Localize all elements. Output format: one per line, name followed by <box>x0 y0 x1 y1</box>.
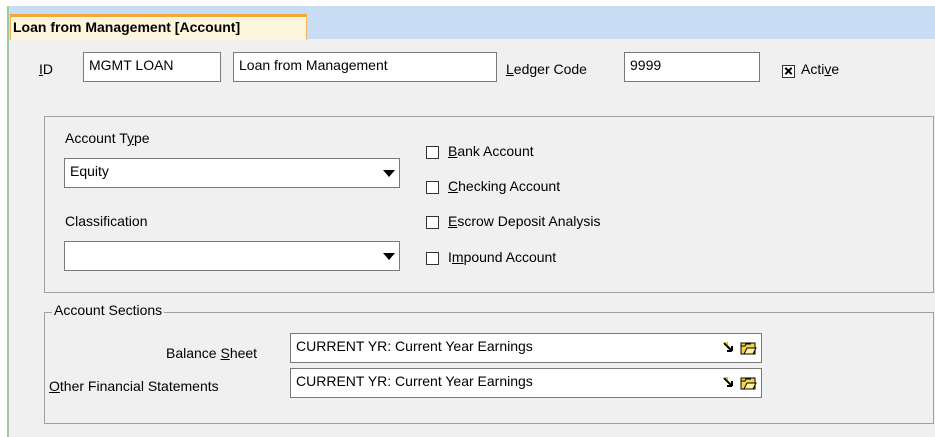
account-sections-legend: Account Sections <box>52 302 165 318</box>
checking-account-checkbox[interactable] <box>426 181 439 194</box>
ledger-code-field[interactable]: 9999 <box>624 52 760 82</box>
classification-label: Classification <box>65 213 148 229</box>
active-checkbox[interactable] <box>782 65 795 78</box>
tab-strip: Loan from Management [Account] <box>9 6 935 40</box>
bank-account-checkbox[interactable] <box>426 146 439 159</box>
tab-account[interactable]: Loan from Management [Account] <box>10 14 307 40</box>
account-type-label: Account Type <box>65 130 150 146</box>
folder-open-icon[interactable] <box>740 374 757 391</box>
escrow-deposit-label: Escrow Deposit Analysis <box>448 213 601 229</box>
account-window: Loan from Management [Account] ID MGMT L… <box>7 6 935 437</box>
chevron-down-icon[interactable] <box>379 242 399 270</box>
impound-account-checkbox[interactable] <box>426 252 439 265</box>
account-name-field[interactable]: Loan from Management <box>233 52 497 82</box>
account-type-value: Equity <box>70 163 109 179</box>
active-label: Active <box>801 61 840 77</box>
ledger-code-label: Ledger Code <box>506 61 587 77</box>
tab-title: Loan from Management [Account] <box>13 19 241 35</box>
other-financial-label: Other Financial Statements <box>49 378 219 394</box>
balance-sheet-field[interactable]: CURRENT YR: Current Year Earnings <box>290 333 762 363</box>
lookup-arrow-icon[interactable] <box>721 339 738 356</box>
impound-account-label: Impound Account <box>448 249 557 265</box>
checking-account-label: Checking Account <box>448 178 561 194</box>
classification-select[interactable] <box>64 241 400 271</box>
bank-account-label: Bank Account <box>448 143 534 159</box>
lookup-arrow-icon[interactable] <box>721 374 738 391</box>
other-financial-field[interactable]: CURRENT YR: Current Year Earnings <box>290 368 762 398</box>
balance-sheet-label: Balance Sheet <box>166 345 258 361</box>
account-type-select[interactable]: Equity <box>64 158 400 188</box>
folder-open-icon[interactable] <box>740 339 757 356</box>
id-label: ID <box>39 61 54 77</box>
chevron-down-icon[interactable] <box>379 159 399 187</box>
escrow-deposit-checkbox[interactable] <box>426 216 439 229</box>
id-field[interactable]: MGMT LOAN <box>83 52 221 82</box>
